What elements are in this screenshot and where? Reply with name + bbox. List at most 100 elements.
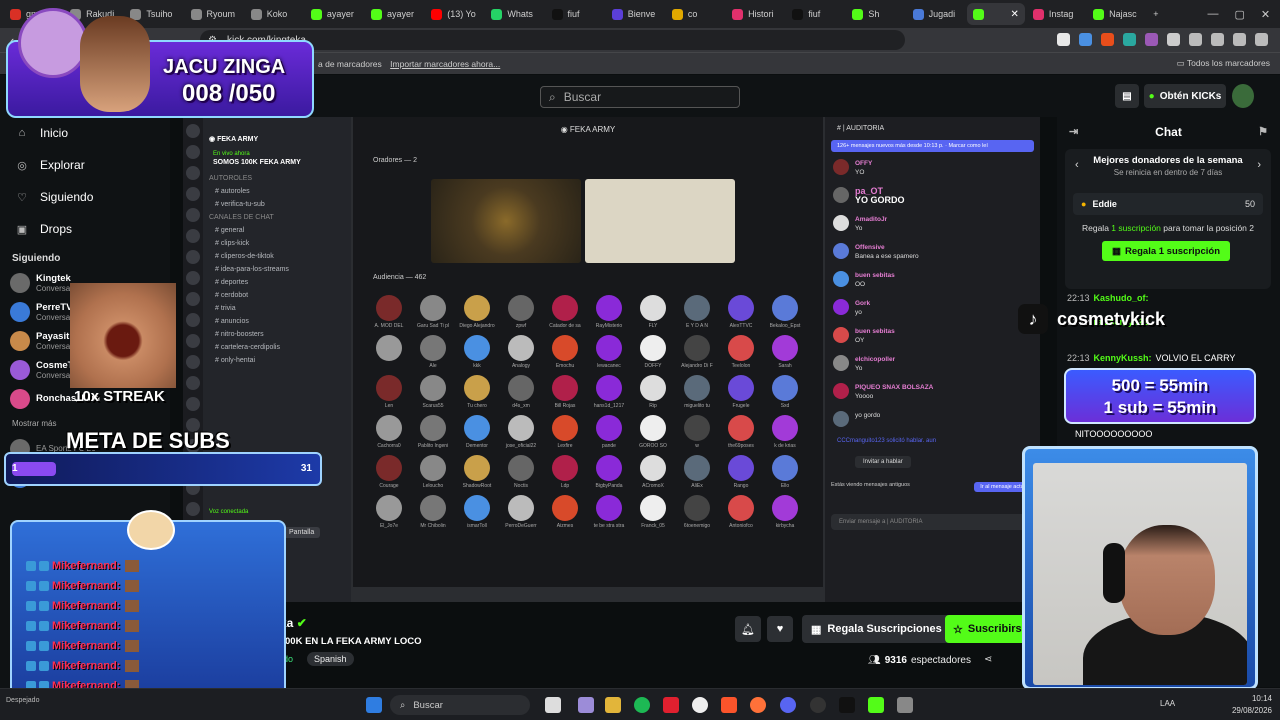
audience-member[interactable]: AlexTTVC — [719, 295, 763, 329]
system-clock[interactable]: 10:14 29/08/2026 — [1232, 693, 1272, 717]
folder-icon[interactable] — [605, 697, 621, 713]
audience-member[interactable]: Antoniofco — [719, 495, 763, 529]
browser-tab[interactable]: Najasc — [1087, 3, 1145, 25]
audience-member[interactable]: Mr Chibolin — [411, 495, 455, 529]
discord-channel[interactable]: # autoroles — [183, 185, 351, 198]
sidepanel-icon[interactable] — [1211, 33, 1224, 46]
audience-member[interactable]: ACromoX — [631, 455, 675, 489]
user-avatar[interactable] — [1232, 84, 1254, 108]
audience-member[interactable]: AliEx — [675, 455, 719, 489]
audience-member[interactable]: FLY — [631, 295, 675, 329]
screen-share-button[interactable]: Pantalla — [283, 527, 321, 538]
audience-member[interactable]: zpwf — [499, 295, 543, 329]
audience-member[interactable]: Rip — [631, 375, 675, 409]
chat-username[interactable]: KennyKussh: — [1094, 353, 1152, 363]
download-icon[interactable] — [1189, 33, 1202, 46]
input-language[interactable]: LAA — [1160, 699, 1175, 708]
audience-member[interactable]: jose_oficial22 — [499, 415, 543, 449]
discord-channel[interactable]: # deportes — [183, 276, 351, 289]
audience-member[interactable]: A. MOD DEL — [367, 295, 411, 329]
discord-channel[interactable]: # verifica-tu-sub — [183, 198, 351, 211]
spotify-icon[interactable] — [634, 697, 650, 713]
notification-bell-button[interactable]: 🔔︎ — [735, 616, 761, 642]
speaker-tile[interactable] — [585, 179, 735, 263]
search-input[interactable]: ⌕ Buscar — [540, 86, 740, 108]
sidebar-item-siguiendo[interactable]: ♡ Siguiendo — [0, 181, 170, 213]
audience-member[interactable]: Cachorra0 — [367, 415, 411, 449]
audience-member[interactable]: ismarToll — [455, 495, 499, 529]
audience-member[interactable]: Alejandro Di F — [675, 335, 719, 369]
discord-channel[interactable]: # general — [183, 224, 351, 237]
audience-member[interactable]: Pablito Ingeni — [411, 415, 455, 449]
firefox-icon[interactable] — [750, 697, 766, 713]
audience-member[interactable]: BigbyPanda — [587, 455, 631, 489]
browser-tab[interactable]: Jugadi — [907, 3, 965, 25]
extension-icon[interactable] — [1145, 33, 1158, 46]
sidebar-item-inicio[interactable]: ⌂ Inicio — [0, 117, 170, 149]
audience-member[interactable]: RayMisterio — [587, 295, 631, 329]
extension-icon[interactable] — [1123, 33, 1136, 46]
invite-to-speak-button[interactable]: Invitar a hablar — [855, 456, 911, 468]
audience-member[interactable]: E Y D A N — [675, 295, 719, 329]
browser-tab[interactable]: Ryoum — [185, 3, 243, 25]
audience-member[interactable]: Sarah — [763, 335, 807, 369]
audience-member[interactable]: GOROO SO — [631, 415, 675, 449]
tiktok-icon[interactable] — [839, 697, 855, 713]
extension-icon[interactable] — [1079, 33, 1092, 46]
audience-member[interactable]: kkk — [455, 335, 499, 369]
browser-tab[interactable]: co — [666, 3, 724, 25]
puzzle-icon[interactable] — [1167, 33, 1180, 46]
audience-member[interactable]: DOFFY — [631, 335, 675, 369]
audience-member[interactable]: Ale — [411, 335, 455, 369]
extension-icon[interactable] — [1101, 33, 1114, 46]
audience-member[interactable]: Bill Rojas — [543, 375, 587, 409]
weather-widget[interactable]: Despejado — [6, 697, 39, 704]
audience-member[interactable]: Bekaloo_Epst — [763, 295, 807, 329]
discord-channel[interactable]: # only-hentai — [183, 354, 351, 367]
audience-member[interactable]: d4s_xm — [499, 375, 543, 409]
audience-member[interactable]: te be stra stra — [587, 495, 631, 529]
taskview-icon[interactable] — [545, 697, 561, 713]
obs-icon[interactable] — [810, 697, 826, 713]
maximize-icon[interactable]: ▢ — [1234, 8, 1244, 21]
app-icon[interactable] — [578, 697, 594, 713]
discord-channel[interactable]: # cliperos-de-tiktok — [183, 250, 351, 263]
discord-channel[interactable]: # trivia — [183, 302, 351, 315]
audience-member[interactable]: Noctis — [499, 455, 543, 489]
audience-member[interactable]: Dementor — [455, 415, 499, 449]
browser-tab[interactable]: fiuf — [786, 3, 844, 25]
audience-member[interactable]: pande — [587, 415, 631, 449]
tab-close-icon[interactable]: ✕ — [1011, 9, 1019, 20]
discord-channel[interactable]: # anuncios — [183, 315, 351, 328]
app-icon[interactable] — [663, 697, 679, 713]
audience-member[interactable]: Leloucho — [411, 455, 455, 489]
audience-member[interactable]: Lexfire — [543, 415, 587, 449]
browser-tab[interactable]: Histori — [726, 3, 784, 25]
audience-member[interactable]: Sxd — [763, 375, 807, 409]
browser-tab[interactable]: Sh — [846, 3, 904, 25]
chat-settings-icon[interactable]: ⚑ — [1258, 117, 1268, 147]
menu-icon[interactable] — [1255, 33, 1268, 46]
audience-member[interactable]: kirbycha — [763, 495, 807, 529]
audience-member[interactable]: Diego Alejandro — [455, 295, 499, 329]
discord-channel[interactable]: # cartelera-cerdipolis — [183, 341, 351, 354]
audience-member[interactable]: Tu chero — [455, 375, 499, 409]
minimize-icon[interactable]: — — [1207, 8, 1218, 21]
next-arrow-icon[interactable]: › — [1257, 159, 1261, 171]
new-tab-button[interactable]: + — [1147, 3, 1205, 25]
audience-member[interactable]: Garu Sad Ti pl — [411, 295, 455, 329]
discord-channel[interactable]: # clips-kick — [183, 237, 351, 250]
get-kicks-button[interactable]: ● Obtén KICKs — [1144, 84, 1226, 108]
gift-one-sub-button[interactable]: ▦ Regala 1 suscripción — [1102, 241, 1230, 261]
app-icon[interactable] — [692, 697, 708, 713]
browser-tab[interactable]: ayayer — [305, 3, 363, 25]
clip-library-button[interactable]: ▤ — [1115, 84, 1139, 108]
browser-tab[interactable]: ayayer — [365, 3, 423, 25]
collapse-chat-icon[interactable]: ⇥ — [1069, 117, 1078, 147]
profile-icon[interactable] — [1233, 33, 1246, 46]
audience-member[interactable]: Emochu — [543, 335, 587, 369]
browser-tab[interactable]: (13) Yo — [425, 3, 483, 25]
browser-tab[interactable]: Bienve — [606, 3, 664, 25]
browser-tab[interactable]: fiuf — [546, 3, 604, 25]
audience-member[interactable]: Ldp — [543, 455, 587, 489]
